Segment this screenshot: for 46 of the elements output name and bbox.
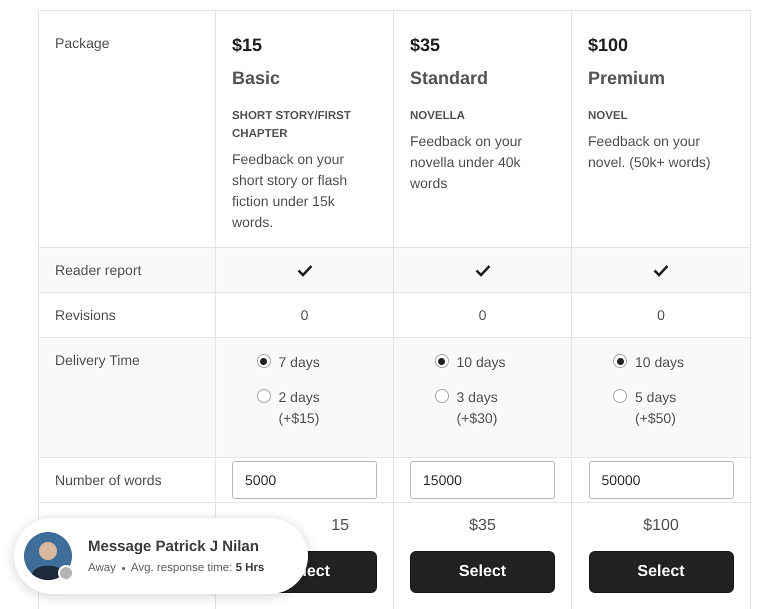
package-description: Feedback on your novella under 40k words <box>410 132 524 193</box>
row-label: Number of words <box>55 472 162 488</box>
radio-label: 2 days (+$15) <box>278 388 321 428</box>
package-description: Feedback on your novel. (50k+ words) <box>588 132 712 172</box>
row-label: Package <box>55 35 110 51</box>
package-description: Feedback on your short story or flash fiction under 15k words. <box>232 150 348 232</box>
select-button[interactable]: Select <box>410 551 555 593</box>
select-button[interactable]: Select <box>588 551 734 593</box>
radio-button[interactable] <box>613 389 627 403</box>
feature-value: 0 <box>657 307 665 323</box>
radio-label: 5 days (+$50) <box>635 388 678 428</box>
radio-button[interactable] <box>434 354 448 368</box>
package-price: $100 <box>588 35 628 56</box>
feature-value: 0 <box>478 307 486 323</box>
package-name: Basic <box>232 68 280 89</box>
radio-label: 10 days <box>456 353 506 372</box>
package-price: $35 <box>410 35 440 56</box>
checkmark-icon <box>474 264 490 277</box>
row-label: Delivery Time <box>55 352 140 368</box>
word-count-field[interactable]: 5000 <box>232 461 377 499</box>
total-price: 15 <box>331 517 349 535</box>
package-name: Premium <box>588 68 666 89</box>
package-category: NOVELLA <box>410 109 465 124</box>
total-price: $35 <box>469 517 496 535</box>
radio-label: 3 days (+$30) <box>456 388 499 428</box>
checkmark-icon <box>296 264 312 277</box>
radio-label: 7 days <box>278 353 320 372</box>
radio-button[interactable] <box>434 389 448 403</box>
row-label: Revisions <box>55 307 116 323</box>
radio-button[interactable] <box>613 354 627 368</box>
checkmark-icon <box>653 264 669 277</box>
word-count-field[interactable]: 50000 <box>588 461 734 499</box>
package-category: SHORT STORY/FIRST CHAPTER <box>232 109 352 142</box>
status-text: Away <box>88 562 116 574</box>
word-count-field[interactable]: 15000 <box>410 461 555 499</box>
separator-dot <box>122 566 125 570</box>
row-label: Reader report <box>55 262 142 278</box>
package-price: $15 <box>232 35 262 56</box>
package-name: Standard <box>410 68 488 89</box>
feature-value: 0 <box>300 307 308 323</box>
avatar-icon <box>24 532 72 580</box>
radio-button[interactable] <box>256 354 270 368</box>
package-category: NOVEL <box>588 109 628 124</box>
total-price: $100 <box>643 517 679 535</box>
radio-label: 10 days <box>635 353 684 372</box>
radio-button[interactable] <box>256 389 270 403</box>
